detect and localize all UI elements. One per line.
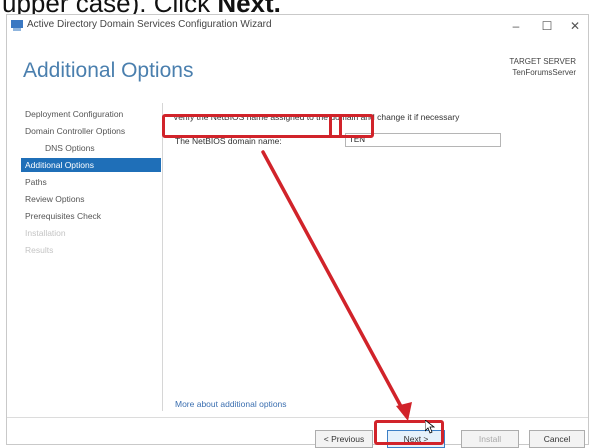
more-about-options-link[interactable]: More about additional options bbox=[175, 399, 287, 409]
wizard-window: Active Directory Domain Services Configu… bbox=[6, 14, 589, 448]
nav-item-review-options[interactable]: Review Options bbox=[21, 192, 161, 206]
maximize-button[interactable]: ☐ bbox=[532, 15, 562, 37]
wizard-nav: Deployment Configuration Domain Controll… bbox=[21, 107, 161, 260]
window-title: Active Directory Domain Services Configu… bbox=[27, 19, 272, 30]
cancel-button[interactable]: Cancel bbox=[529, 430, 585, 448]
target-server-name: TenForumsServer bbox=[512, 68, 576, 77]
nav-item-installation: Installation bbox=[25, 228, 66, 238]
nav-item-deployment-configuration[interactable]: Deployment Configuration bbox=[21, 107, 161, 121]
nav-item-prerequisites-check[interactable]: Prerequisites Check bbox=[21, 209, 161, 223]
close-button[interactable]: ✕ bbox=[560, 15, 590, 37]
title-bar[interactable]: Active Directory Domain Services Configu… bbox=[7, 15, 588, 37]
nav-item-dns-options[interactable]: DNS Options bbox=[21, 141, 161, 155]
minimize-button[interactable]: – bbox=[501, 15, 531, 37]
target-server-label: TARGET SERVER bbox=[509, 57, 576, 66]
highlight-netbios-label bbox=[162, 114, 342, 138]
nav-divider bbox=[162, 103, 163, 411]
server-manager-icon bbox=[11, 20, 23, 31]
footer-divider bbox=[7, 417, 588, 418]
nav-item-paths[interactable]: Paths bbox=[21, 175, 161, 189]
mouse-cursor-icon bbox=[425, 420, 435, 434]
previous-button[interactable]: < Previous bbox=[315, 430, 373, 448]
nav-item-domain-controller-options[interactable]: Domain Controller Options bbox=[21, 124, 161, 138]
install-button: Install bbox=[461, 430, 519, 448]
page-title: Additional Options bbox=[23, 59, 194, 82]
highlight-netbios-value bbox=[329, 114, 374, 138]
nav-item-additional-options[interactable]: Additional Options bbox=[21, 158, 161, 172]
nav-item-results: Results bbox=[25, 245, 54, 255]
